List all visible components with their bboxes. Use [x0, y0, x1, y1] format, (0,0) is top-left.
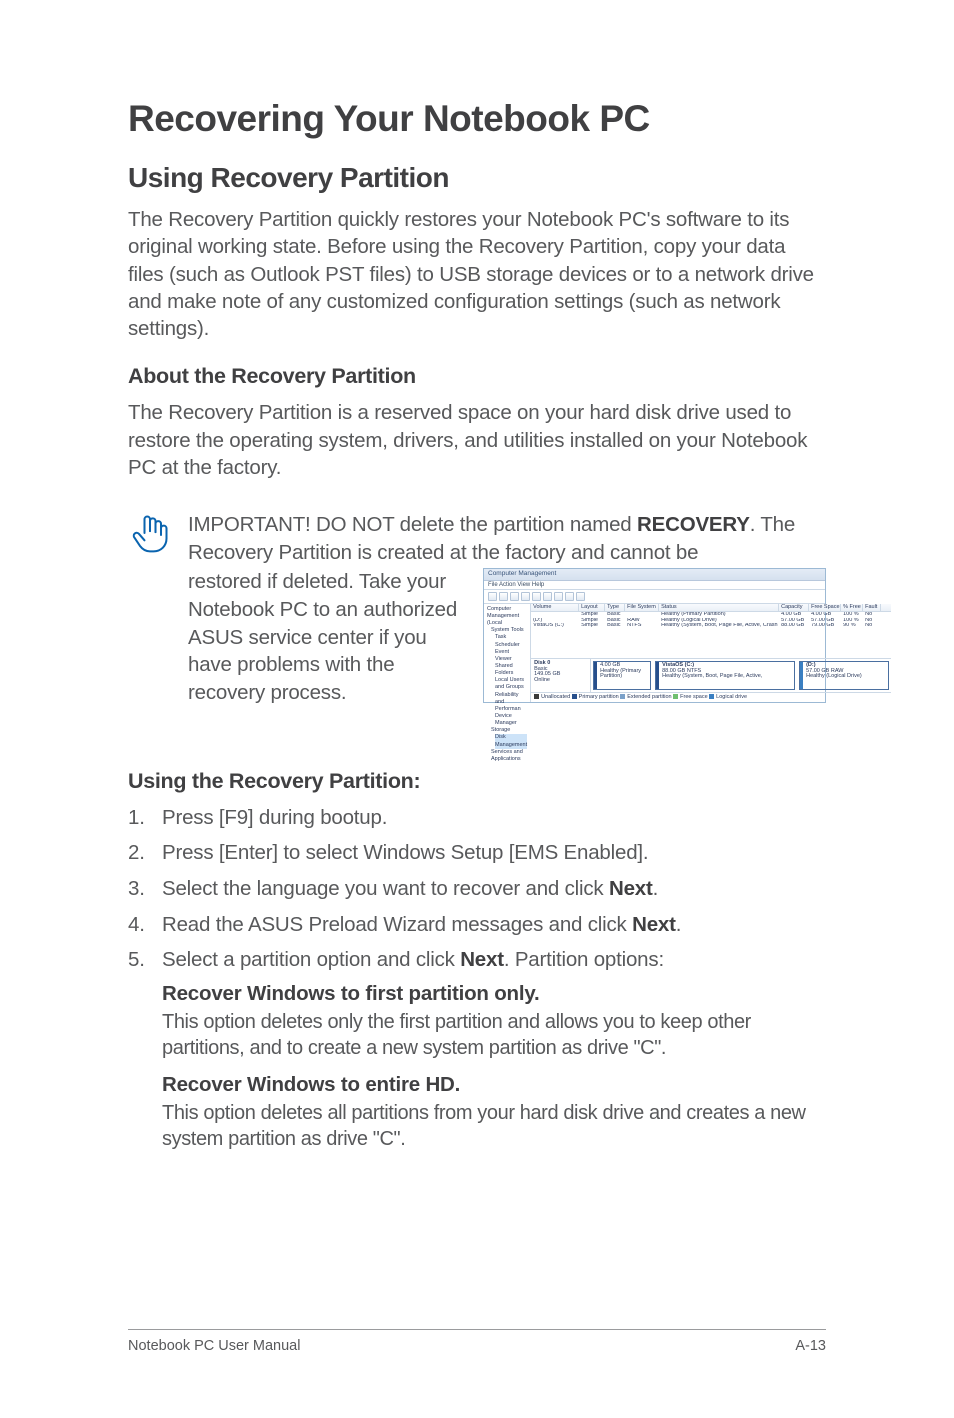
option-title: Recover Windows to entire HD. [162, 1073, 826, 1097]
page-title: Recovering Your Notebook PC [128, 98, 826, 140]
step-item: Press [F9] during bootup. [128, 804, 826, 832]
grid-header: VolumeLayoutTypeFile SystemStatusCapacit… [531, 604, 891, 613]
footer-right: A-13 [795, 1338, 826, 1354]
disk-map: Disk 0 Basic 149.05 GB Online 4.00 GBHea… [531, 658, 891, 692]
step-item: Select a partition option and click Next… [128, 946, 826, 974]
toolbar [484, 590, 825, 604]
using-heading: Using the Recovery Partition: [128, 769, 826, 794]
window-title: Computer Management [484, 569, 825, 581]
disk-management-screenshot: Computer Management File Action View Hel… [483, 568, 826, 703]
steps-list: Press [F9] during bootup. Press [Enter] t… [128, 804, 826, 974]
option-body: This option deletes all partitions from … [162, 1101, 826, 1152]
step-item: Read the ASUS Preload Wizard messages an… [128, 911, 826, 939]
option-body: This option deletes only the first parti… [162, 1010, 826, 1061]
footer-left: Notebook PC User Manual [128, 1338, 300, 1354]
recover-option-1: Recover Windows to first partition only.… [162, 982, 826, 1061]
step-item: Press [Enter] to select Windows Setup [E… [128, 839, 826, 867]
hand-icon [128, 511, 188, 565]
legend: Unallocated Primary partition Extended p… [531, 692, 891, 701]
about-body: The Recovery Partition is a reserved spa… [128, 399, 826, 481]
recover-option-2: Recover Windows to entire HD. This optio… [162, 1073, 826, 1152]
page-footer: Notebook PC User Manual A-13 [128, 1329, 826, 1354]
disk-info: Disk 0 Basic 149.05 GB Online [531, 659, 591, 692]
about-heading: About the Recovery Partition [128, 364, 826, 389]
important-wrap: restored if deleted. Take your Notebook … [188, 568, 469, 706]
important-text: IMPORTANT! DO NOT delete the partition n… [188, 511, 826, 566]
section-body: The Recovery Partition quickly restores … [128, 206, 826, 342]
grid-rows: SimpleBasicHealthy (Primary Partition)4.… [531, 612, 891, 629]
section-heading: Using Recovery Partition [128, 162, 826, 194]
step-item: Select the language you want to recover … [128, 875, 826, 903]
tree-pane: Computer Management (LocalSystem ToolsTa… [484, 604, 531, 702]
important-block: IMPORTANT! DO NOT delete the partition n… [128, 511, 826, 707]
option-title: Recover Windows to first partition only. [162, 982, 826, 1006]
menubar: File Action View Help [484, 581, 825, 590]
